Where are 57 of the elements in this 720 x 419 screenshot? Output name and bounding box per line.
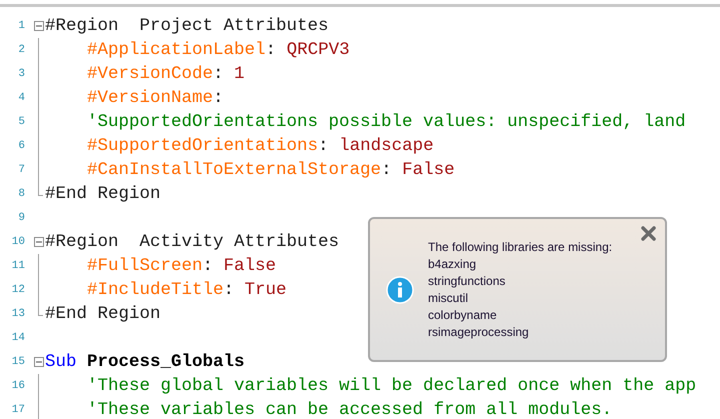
code-text: #VersionCode — [86, 63, 214, 86]
line-number: 9 — [17, 210, 26, 226]
code-text: : — [213, 63, 225, 86]
line-number: 15 — [10, 354, 26, 370]
code-text: 'These global variables will be declared once when the app — [86, 375, 696, 398]
collapse-icon[interactable] — [34, 237, 44, 247]
library-name: b4azxing — [428, 256, 478, 272]
code-text: #SupportedOrientations — [86, 135, 318, 158]
code-text: #End Region — [45, 303, 161, 326]
line-number: 5 — [17, 114, 26, 130]
info-icon — [386, 276, 414, 304]
code-text: #Region Activity Attributes — [45, 231, 340, 254]
line-number: 13 — [10, 306, 26, 322]
code-text: 'SupportedOrientations possible values: unspecified, land — [86, 111, 686, 134]
line-number: 1 — [17, 18, 26, 34]
code-text: : — [213, 87, 224, 110]
close-icon[interactable] — [640, 225, 657, 242]
code-text: True — [244, 279, 287, 302]
code-text: #IncludeTitle — [86, 279, 224, 302]
code-text: : — [202, 255, 214, 278]
library-name: miscutil — [428, 290, 470, 306]
line-number: 12 — [10, 282, 26, 298]
line-number: 3 — [17, 66, 26, 82]
library-name: rsimageprocessing — [428, 324, 530, 340]
library-name: colorbyname — [428, 306, 498, 324]
code-text: 'These variables can be accessed from all modules. — [86, 399, 612, 419]
code-text: : — [224, 279, 236, 302]
line-number: 8 — [17, 186, 26, 202]
line-number: 16 — [10, 378, 26, 394]
code-text: : — [381, 159, 393, 182]
line-number: 11 — [10, 258, 26, 274]
notification-heading: The following libraries are missing: — [428, 238, 612, 256]
code-text: 1 — [234, 63, 245, 86]
line-number: 2 — [17, 42, 26, 58]
code-text: False — [224, 255, 276, 278]
line-number: 4 — [17, 90, 26, 106]
code-text: #Region Project Attributes — [45, 15, 329, 38]
code-text: : — [318, 135, 330, 158]
line-number: 6 — [17, 138, 26, 154]
code-text: #CanInstallToExternalStorage — [86, 159, 382, 182]
code-text: #VersionName — [86, 87, 214, 110]
code-text: : — [266, 39, 278, 62]
code-text: False — [402, 159, 455, 182]
line-number: 7 — [17, 162, 26, 178]
line-number: 14 — [10, 330, 26, 346]
collapse-icon[interactable] — [34, 357, 44, 367]
code-text: Process_Globals — [86, 351, 245, 374]
code-text: Sub — [45, 351, 77, 374]
library-name: stringfunctions — [428, 272, 506, 290]
code-text: #ApplicationLabel — [86, 39, 266, 62]
code-text: #End Region — [45, 183, 161, 206]
collapse-icon[interactable] — [34, 21, 44, 31]
code-text: landscape — [339, 135, 434, 158]
code-text: QRCPV3 — [286, 39, 350, 62]
line-number: 10 — [10, 234, 26, 250]
code-text: #FullScreen — [86, 255, 203, 278]
line-number: 17 — [10, 402, 26, 418]
